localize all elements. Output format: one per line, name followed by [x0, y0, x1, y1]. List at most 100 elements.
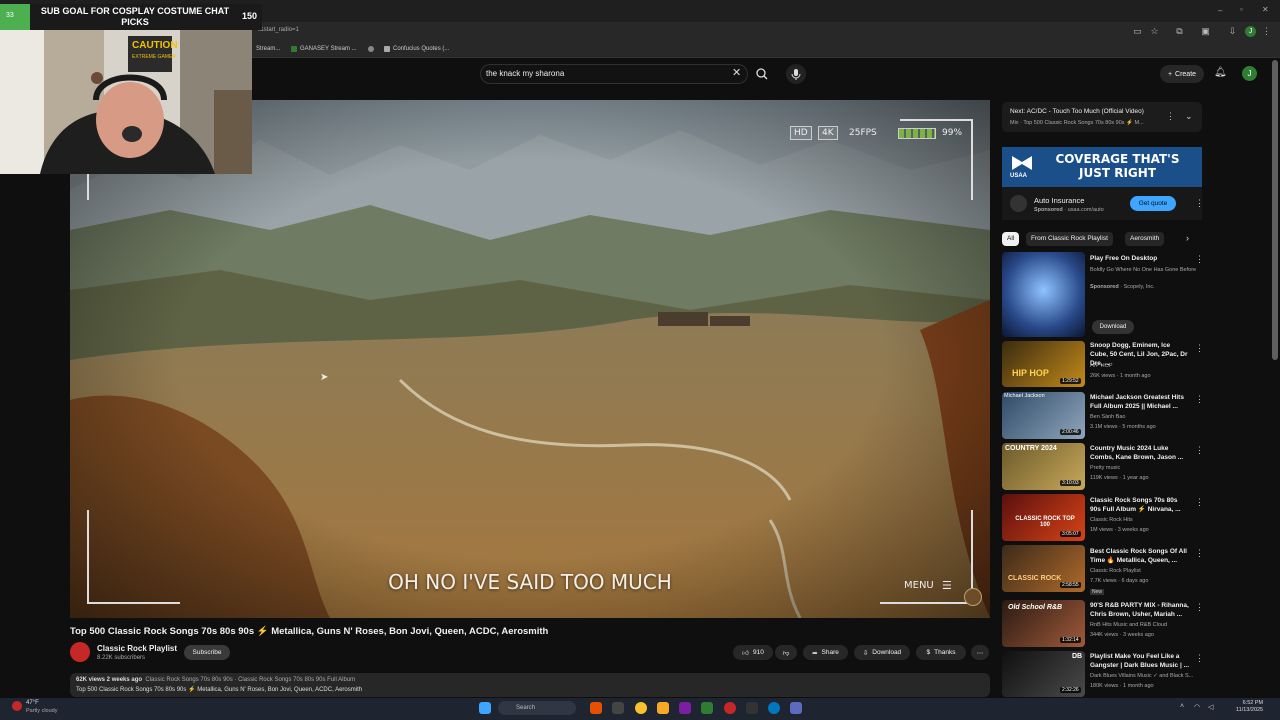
up-next-more-icon[interactable]: ⋮ — [1166, 111, 1175, 122]
sidepanel-icon[interactable]: ▣ — [1201, 27, 1210, 36]
chevron-down-icon[interactable]: ⌄ — [1185, 111, 1193, 122]
maximize-icon[interactable]: ▫ — [1240, 5, 1243, 14]
browser-menu-icon[interactable]: ⋮ — [1262, 27, 1271, 36]
rec-title[interactable]: 90'S R&B PARTY MIX - Rihanna, Chris Brow… — [1090, 601, 1190, 619]
close-window-icon[interactable]: ✕ — [1262, 5, 1269, 14]
taskbar-clock[interactable]: 6:52 PM 11/13/2025 — [1236, 700, 1263, 714]
chrome-icon[interactable] — [635, 702, 647, 714]
bookmark-item[interactable]: GANASEY Stream ... — [291, 46, 357, 52]
channel-avatar[interactable] — [70, 642, 90, 662]
cast-icon[interactable]: ▭ — [1133, 27, 1142, 36]
rec-more-icon[interactable]: ⋮ — [1195, 445, 1204, 456]
channel-name[interactable]: Classic Rock Playlist — [97, 644, 177, 653]
rec-meta: 3.1M views · 5 months ago — [1090, 424, 1156, 430]
microphone-icon[interactable] — [786, 64, 806, 84]
downloads-icon[interactable]: ⇩ — [1228, 27, 1237, 36]
weather-temp[interactable]: 47°F — [26, 700, 39, 706]
thanks-button[interactable]: $ Thanks — [916, 645, 966, 660]
dislike-button[interactable]: 👎︎ — [775, 645, 797, 660]
rec-more-icon[interactable]: ⋮ — [1195, 343, 1204, 354]
thumb-text: Michael Jackson — [1004, 393, 1045, 399]
chevron-right-icon[interactable]: › — [1186, 233, 1189, 243]
more-actions-button[interactable]: ⋯ — [971, 645, 989, 660]
subscribe-button[interactable]: Subscribe — [184, 645, 230, 660]
sponsored-thumbnail[interactable] — [1002, 252, 1085, 337]
poster-subtext: EXTREME GAMER — [132, 54, 176, 60]
bookmark-item[interactable]: Confucius Quotes (... — [384, 46, 449, 52]
windows-start-icon[interactable] — [479, 702, 491, 714]
thumb-text: CLASSIC ROCK — [1008, 575, 1062, 582]
rec-title[interactable]: Country Music 2024 Luke Combs, Kane Brow… — [1090, 444, 1190, 462]
rec-more-icon[interactable]: ⋮ — [1195, 602, 1204, 613]
volume-icon[interactable]: ◁ — [1208, 703, 1213, 711]
bookmark-star-icon[interactable]: ☆ — [1150, 27, 1159, 36]
rec-channel[interactable]: Classic Rock Hits — [1090, 517, 1133, 523]
rec-more-icon[interactable]: ⋮ — [1195, 394, 1204, 405]
taskbar-app-icon[interactable] — [701, 702, 713, 714]
chip-all[interactable]: All — [1002, 232, 1020, 246]
taskbar-app-icon[interactable] — [679, 702, 691, 714]
clear-search-icon[interactable]: ✕ — [732, 66, 741, 79]
tray-chevron-icon[interactable]: ˄ — [1180, 703, 1184, 710]
taskbar-app-icon[interactable] — [746, 702, 758, 714]
minimize-icon[interactable]: – — [1218, 6, 1222, 15]
create-button[interactable]: + Create — [1160, 65, 1204, 83]
share-icon: ➦ — [812, 649, 818, 657]
bookmark-favicon-icon — [291, 46, 297, 52]
wifi-icon[interactable]: ◠ — [1194, 703, 1200, 711]
get-quote-button[interactable]: Get quote — [1130, 196, 1176, 211]
taskbar-search[interactable]: Search — [498, 701, 576, 715]
file-explorer-icon[interactable] — [657, 702, 669, 714]
url-text[interactable]: t&start_radio=1 — [258, 27, 299, 33]
rec-channel[interactable]: Ben Sành Bao — [1090, 414, 1125, 420]
rec-channel[interactable]: Classic Rock Playlist — [1090, 568, 1141, 574]
rec-duration: 2:32:26 — [1060, 687, 1081, 693]
taskbar-app-icon[interactable] — [724, 702, 736, 714]
video-player[interactable]: HD 4K 25FPS 99% OH NO I'VE SAID TOO MUCH… — [70, 100, 990, 618]
rec-channel[interactable]: HIP HOP — [1090, 363, 1113, 369]
webcam-feed — [0, 30, 252, 174]
edge-icon[interactable] — [768, 702, 780, 714]
taskbar-app-icon[interactable] — [612, 702, 624, 714]
rec-channel[interactable]: Pretty music — [1090, 465, 1120, 471]
video-menu-label: MENU — [904, 580, 934, 591]
new-badge: New — [1090, 589, 1105, 595]
ad-more-icon[interactable]: ⋮ — [1195, 198, 1204, 209]
rec-title[interactable]: Michael Jackson Greatest Hits Full Album… — [1090, 393, 1190, 411]
download-button[interactable]: ⇩ Download — [854, 645, 910, 660]
search-icon[interactable] — [752, 64, 772, 84]
rec-channel[interactable]: Dark Blues Villains Music ✓ and Black S.… — [1090, 673, 1193, 679]
chip-aerosmith[interactable]: Aerosmith — [1125, 232, 1165, 246]
sponsored-title[interactable]: Play Free On Desktop — [1090, 254, 1190, 263]
notifications-bell-icon[interactable]: 🔔︎ — [1214, 67, 1227, 78]
rec-title[interactable]: Playlist Make You Feel Like a Gangster |… — [1090, 652, 1190, 670]
browser-profile-avatar[interactable]: J — [1245, 26, 1256, 37]
rec-title[interactable]: Classic Rock Songs 70s 80s 90s Full Albu… — [1090, 496, 1190, 514]
taskbar-app-icon[interactable] — [790, 702, 802, 714]
share-button[interactable]: ➦ Share — [803, 645, 848, 660]
search-input[interactable]: the knack my sharona — [486, 69, 564, 78]
rec-duration: 1:29:52 — [1060, 378, 1081, 384]
sponsored-download-button[interactable]: Download — [1092, 320, 1134, 334]
rec-title[interactable]: Best Classic Rock Songs Of All Time 🔥 Me… — [1090, 547, 1190, 565]
chip-from-channel[interactable]: From Classic Rock Playlist — [1026, 232, 1113, 246]
rec-meta: 119K views · 1 year ago — [1090, 475, 1149, 481]
bookmark-item[interactable] — [368, 46, 374, 52]
bookmark-item[interactable]: Stream... — [256, 46, 280, 52]
rec-meta: 26K views · 1 month ago — [1090, 373, 1151, 379]
taskbar-app-icon[interactable] — [590, 702, 602, 714]
sponsored-meta: Sponsored · Scopely, Inc. — [1090, 284, 1155, 290]
rec-more-icon[interactable]: ⋮ — [1195, 497, 1204, 508]
rec-channel[interactable]: RnB Hits Music and R&B Cloud — [1090, 622, 1167, 628]
sponsored-more-icon[interactable]: ⋮ — [1195, 254, 1204, 265]
like-button[interactable]: 👍︎ 910 — [733, 645, 773, 660]
extensions-icon[interactable]: ⧉ — [1175, 27, 1184, 36]
thumb-text: CLASSIC ROCK TOP 100 — [1015, 516, 1075, 528]
channel-subscriber-count: 8.22K subscribers — [97, 655, 146, 661]
weather-icon[interactable] — [12, 701, 22, 711]
ad-title[interactable]: Auto Insurance — [1034, 196, 1084, 205]
rec-more-icon[interactable]: ⋮ — [1195, 653, 1204, 664]
rec-more-icon[interactable]: ⋮ — [1195, 548, 1204, 559]
account-avatar[interactable]: J — [1242, 66, 1257, 81]
page-scrollbar[interactable] — [1272, 60, 1278, 360]
